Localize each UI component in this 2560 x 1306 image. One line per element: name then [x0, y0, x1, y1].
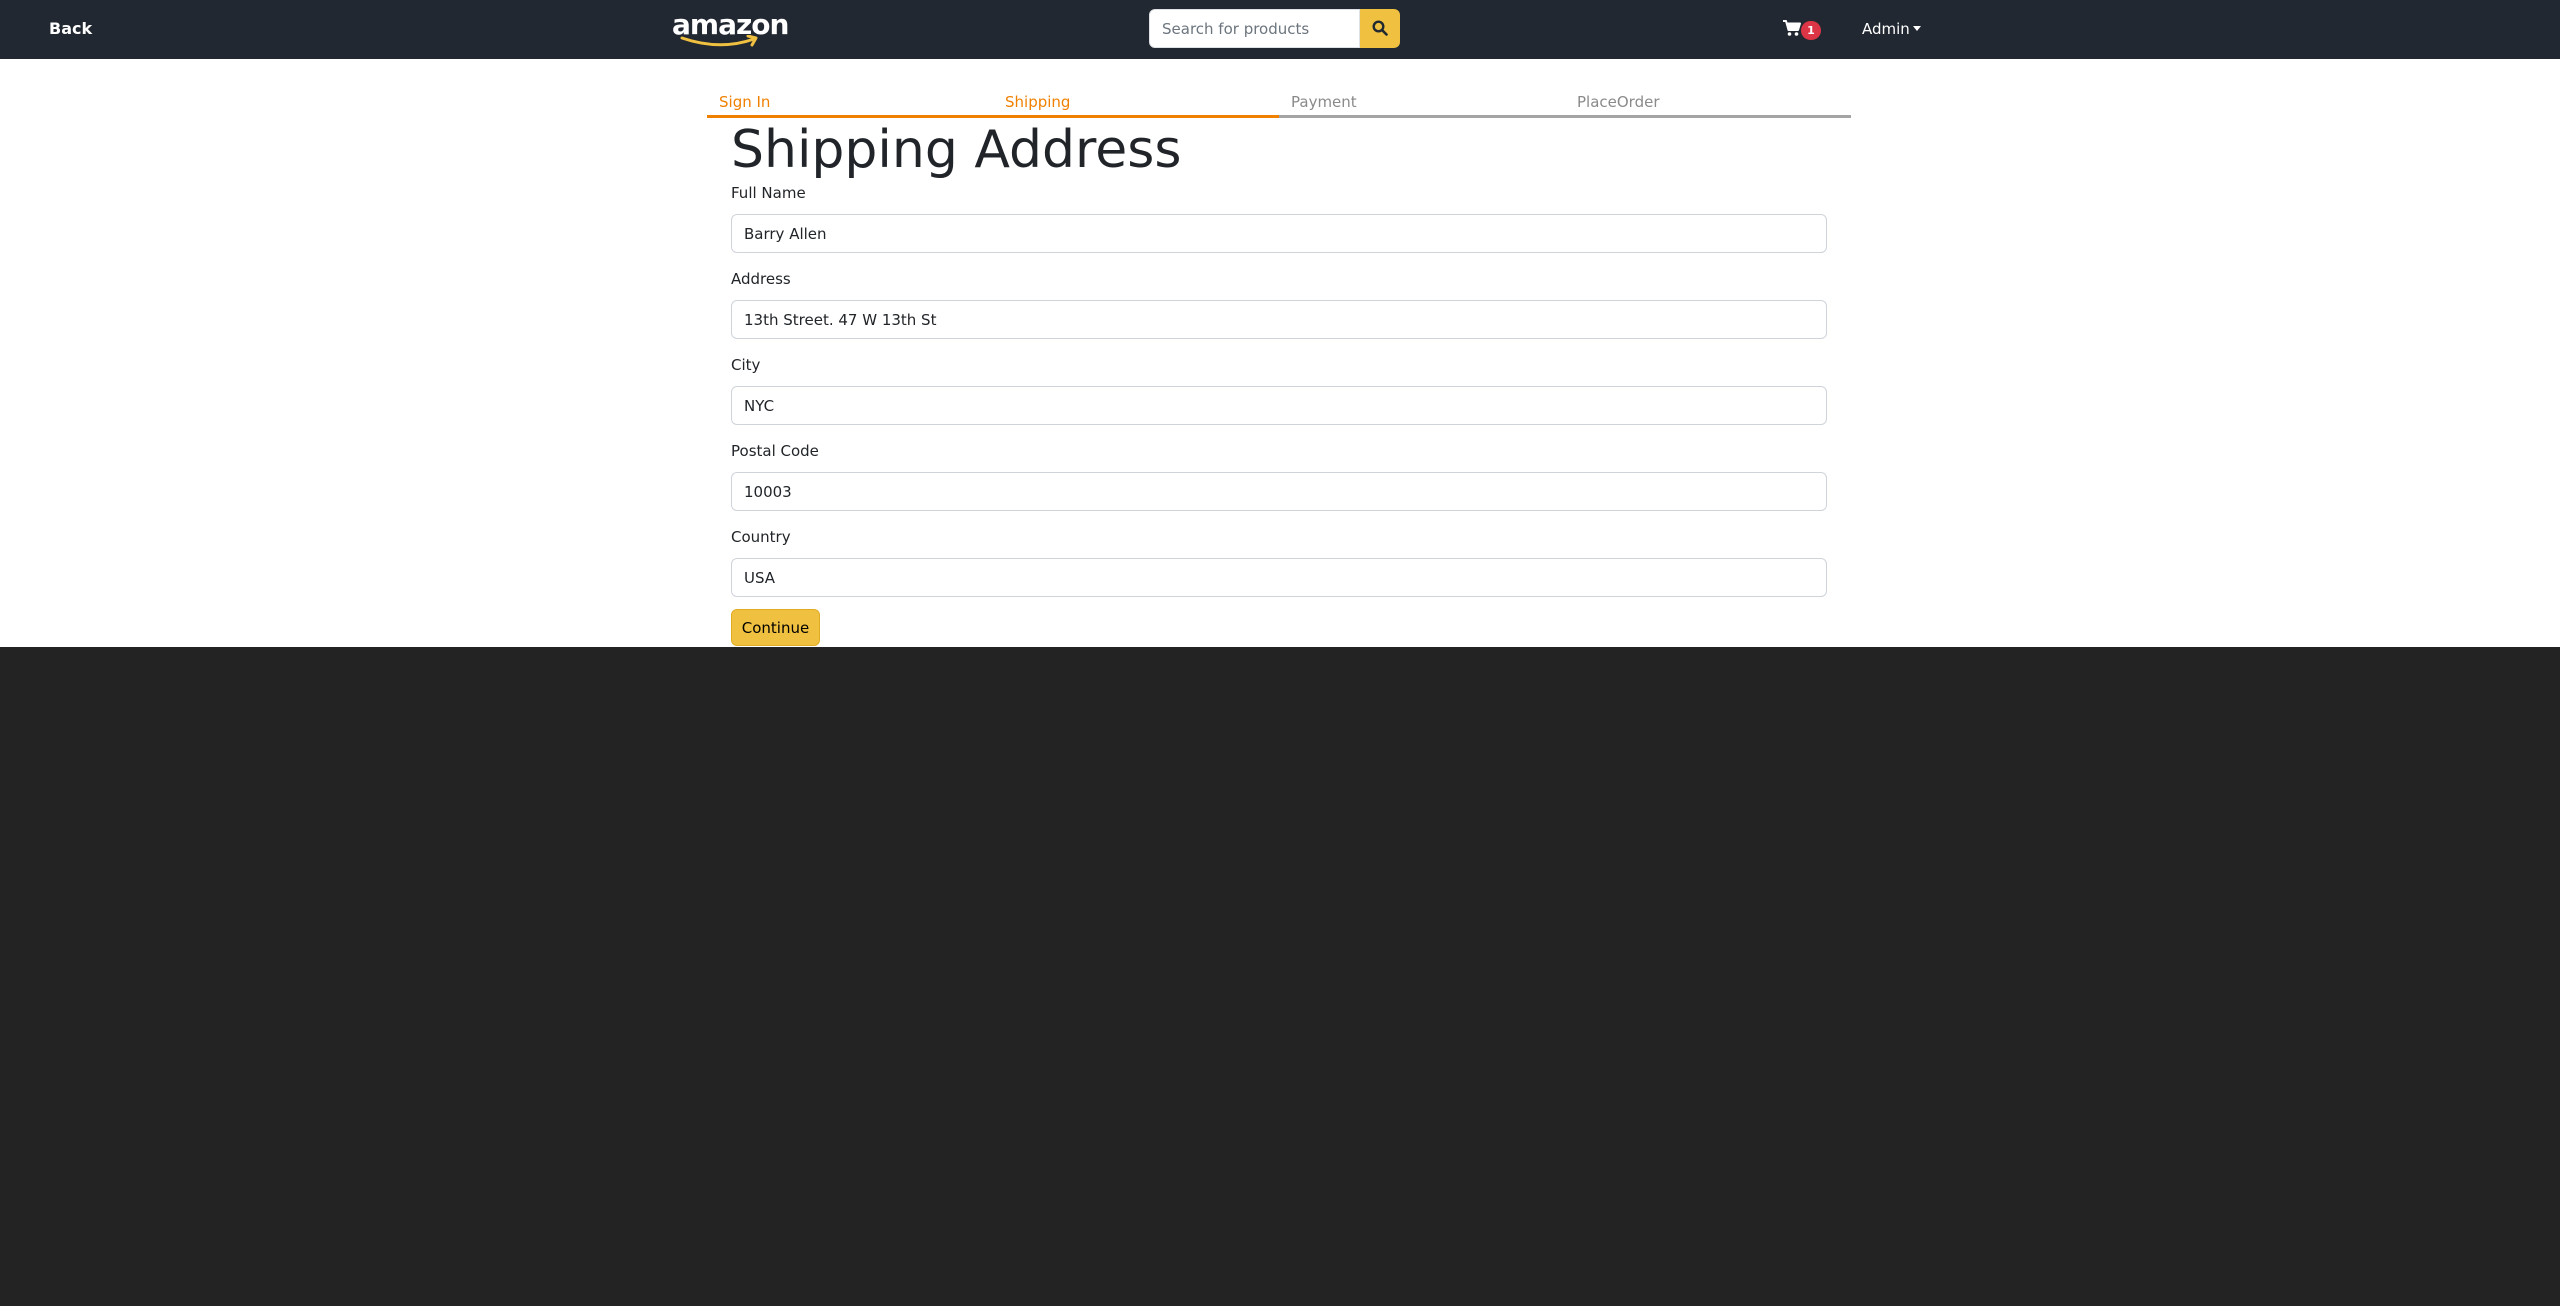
search-icon: [1372, 20, 1388, 36]
step-label: Shipping: [1005, 93, 1071, 111]
full-name-input[interactable]: [731, 214, 1827, 253]
step-label: Sign In: [719, 93, 771, 111]
page-footer-area: [0, 647, 2560, 1306]
city-input[interactable]: [731, 386, 1827, 425]
cart-icon: [1783, 20, 1801, 36]
user-menu-dropdown[interactable]: Admin: [1862, 18, 1921, 40]
country-label: Country: [731, 528, 791, 546]
checkout-steps: Sign In Shipping Payment PlaceOrder: [707, 92, 1851, 118]
step-label: PlaceOrder: [1577, 93, 1660, 111]
city-label: City: [731, 356, 761, 374]
full-name-label: Full Name: [731, 184, 806, 202]
top-navbar: Back amazon 1 Admin: [0, 0, 2560, 59]
address-input[interactable]: [731, 300, 1827, 339]
postal-code-label: Postal Code: [731, 442, 819, 460]
continue-button[interactable]: Continue: [731, 609, 820, 646]
back-link[interactable]: Back: [49, 18, 92, 40]
search-form: [1149, 9, 1400, 48]
caret-down-icon: [1912, 26, 1921, 31]
step-place-order: PlaceOrder: [1565, 92, 1851, 118]
postal-code-input[interactable]: [731, 472, 1827, 511]
search-button[interactable]: [1360, 9, 1400, 48]
cart-link[interactable]: 1: [1782, 19, 1828, 41]
step-bar: [1279, 115, 1565, 118]
shipping-page: Sign In Shipping Payment PlaceOrder Ship…: [0, 59, 2560, 647]
address-label: Address: [731, 270, 791, 288]
step-shipping: Shipping: [993, 92, 1279, 118]
amazon-logo[interactable]: amazon: [672, 9, 789, 49]
search-input[interactable]: [1149, 9, 1360, 48]
page-title: Shipping Address: [731, 120, 1182, 180]
step-bar: [1565, 115, 1851, 118]
step-payment: Payment: [1279, 92, 1565, 118]
cart-count-badge: 1: [1801, 21, 1821, 40]
user-menu-label: Admin: [1862, 20, 1910, 38]
amazon-smile-icon: [680, 35, 758, 47]
country-input[interactable]: [731, 558, 1827, 597]
step-label: Payment: [1291, 93, 1357, 111]
step-sign-in: Sign In: [707, 92, 993, 118]
